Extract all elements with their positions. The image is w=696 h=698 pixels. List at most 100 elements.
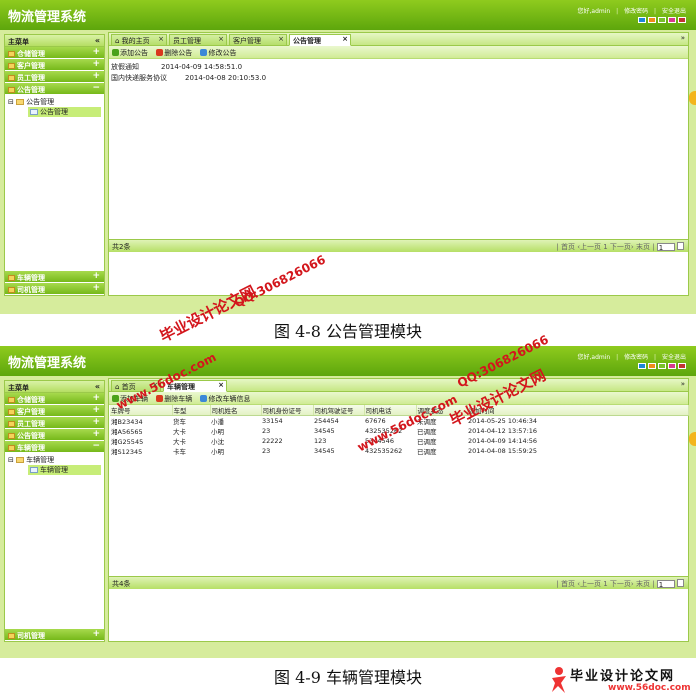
add-notice-button[interactable]: 添加公告 (112, 49, 148, 57)
tree-leaf-notice[interactable]: 公告管理 (28, 107, 101, 117)
table-row[interactable]: 湘S12345 卡车 小明 23 34545 432535262 已调度 2014-04-08… (110, 446, 689, 456)
change-password-link[interactable]: 修改密码 (624, 354, 648, 361)
tree-node-notice[interactable]: ⊟ 公告管理 (8, 97, 101, 107)
collapse-icon[interactable]: « (95, 36, 100, 45)
logout-link[interactable]: 安全退出 (662, 8, 686, 15)
expand-icon[interactable]: + (92, 405, 100, 415)
column-header[interactable]: 司机身份证号 (261, 405, 314, 416)
screenshot-vehicle-module: 物流管理系统 您好,admin | 修改密码 | 安全退出 主菜单 « 仓储管理… (0, 346, 696, 658)
close-icon[interactable]: × (278, 35, 284, 43)
delete-notice-button[interactable]: 删除公告 (156, 49, 192, 57)
cell: 23 (262, 447, 271, 455)
cell: 小明 (211, 448, 224, 456)
prev-page-link[interactable]: 上一页 (580, 243, 601, 251)
skin-red[interactable] (678, 363, 686, 369)
next-page-link[interactable]: 下一页 (610, 243, 631, 251)
skin-pink[interactable] (668, 17, 676, 23)
expand-icon[interactable]: + (92, 71, 100, 81)
expand-icon[interactable]: + (92, 417, 100, 427)
expand-icon[interactable]: + (92, 629, 100, 639)
collapse-tabs-icon[interactable]: » (681, 380, 685, 388)
column-header[interactable]: 司机姓名 (210, 405, 262, 416)
top-bar: 物流管理系统 您好,admin | 修改密码 | 安全退出 (0, 0, 696, 30)
go-icon[interactable] (677, 579, 684, 587)
menu-warehouse[interactable]: 仓储管理 + (5, 47, 104, 59)
close-icon[interactable]: × (158, 35, 164, 43)
skin-blue[interactable] (638, 363, 646, 369)
add-icon (112, 49, 119, 56)
skin-red[interactable] (678, 17, 686, 23)
close-icon[interactable]: × (218, 381, 224, 389)
tab-home[interactable]: ⌂ 我的主页 × (111, 34, 167, 46)
menu-driver[interactable]: 司机管理 + (5, 629, 104, 641)
collapse-menu-icon[interactable]: − (92, 83, 100, 93)
tab-customer[interactable]: 客户管理 × (229, 34, 287, 46)
expand-icon[interactable]: + (92, 59, 100, 69)
first-page-link[interactable]: 首页 (561, 243, 575, 251)
expand-icon[interactable]: + (92, 393, 100, 403)
skin-green[interactable] (658, 17, 666, 23)
menu-customer[interactable]: 客户管理 + (5, 405, 104, 417)
menu-notice[interactable]: 公告管理 − (5, 83, 104, 95)
page-input[interactable]: 1 (656, 580, 675, 589)
menu-notice[interactable]: 公告管理 + (5, 429, 104, 441)
edit-notice-button[interactable]: 修改公告 (200, 49, 236, 57)
expand-icon[interactable]: + (92, 283, 100, 293)
prev-page-link[interactable]: 上一页 (580, 580, 601, 588)
side-handle[interactable] (689, 91, 696, 105)
column-header[interactable]: 车型 (172, 405, 211, 416)
skin-orange[interactable] (648, 363, 656, 369)
close-icon[interactable]: × (218, 35, 224, 43)
menu-vehicle[interactable]: 车辆管理 − (5, 441, 104, 453)
sidebar-header: 主菜单 « (5, 35, 104, 47)
skin-orange[interactable] (648, 17, 656, 23)
expand-icon[interactable]: + (92, 271, 100, 281)
list-item[interactable]: 放假通知 2014-04-09 14:58:51.0 (111, 62, 686, 73)
menu-vehicle[interactable]: 车辆管理 + (5, 271, 104, 283)
side-handle[interactable] (689, 432, 696, 446)
menu-employee[interactable]: 员工管理 + (5, 71, 104, 83)
figure-caption-1: 图 4-8 公告管理模块 (274, 322, 422, 341)
go-icon[interactable] (677, 242, 684, 250)
skin-green[interactable] (658, 363, 666, 369)
change-password-link[interactable]: 修改密码 (624, 8, 648, 15)
skin-pink[interactable] (668, 363, 676, 369)
next-page-link[interactable]: 下一页 (610, 580, 631, 588)
logout-link[interactable]: 安全退出 (662, 354, 686, 361)
collapse-menu-icon[interactable]: − (92, 441, 100, 451)
last-page-link[interactable]: 末页 (636, 580, 650, 588)
menu-icon (8, 75, 15, 81)
menu-driver[interactable]: 司机管理 + (5, 283, 104, 295)
column-header[interactable]: 司机驾驶证号 (313, 405, 365, 416)
menu-customer[interactable]: 客户管理 + (5, 59, 104, 71)
page-input[interactable]: 1 (656, 243, 675, 252)
logo-figure-icon (552, 667, 566, 693)
table-header-row: 车牌号 车型 司机姓名 司机身份证号 司机驾驶证号 司机电话 调度状态 添加时间 (110, 405, 689, 416)
list-item[interactable]: 国内快递服务协议 2014-04-08 20:10:53.0 (111, 73, 686, 84)
first-page-link[interactable]: 首页 (561, 580, 575, 588)
menu-icon (8, 433, 15, 439)
menu-warehouse[interactable]: 仓储管理 + (5, 393, 104, 405)
menu-employee[interactable]: 员工管理 + (5, 417, 104, 429)
tree-node-vehicle[interactable]: ⊟ 车辆管理 (8, 455, 101, 465)
welcome-text: 您好,admin (577, 354, 611, 361)
skin-blue[interactable] (638, 17, 646, 23)
cell: 22222 (262, 437, 283, 445)
tree-leaf-vehicle[interactable]: 车辆管理 (28, 465, 101, 475)
pager: 共4条 | 首页 ‹上一页 1 下一页› 末页 | 1 (109, 576, 688, 589)
cell: 已调度 (417, 448, 437, 456)
close-icon[interactable]: × (342, 35, 348, 43)
vehicle-tree: ⊟ 车辆管理 车辆管理 (5, 453, 104, 477)
collapse-tabs-icon[interactable]: » (681, 34, 685, 42)
expand-icon[interactable]: + (92, 47, 100, 57)
delete-vehicle-button[interactable]: 删除车辆 (156, 395, 192, 403)
tab-employee[interactable]: 员工管理 × (169, 34, 227, 46)
folder-icon (16, 457, 25, 463)
table-row[interactable]: 湘G25545 大卡 小沈 22222 123 5344546 已调度 2014-04-09 … (110, 436, 689, 446)
tab-notice[interactable]: 公告管理 × (289, 34, 351, 46)
last-page-link[interactable]: 末页 (636, 243, 650, 251)
cell: 33154 (262, 417, 283, 425)
expand-icon[interactable]: + (92, 429, 100, 439)
collapse-icon[interactable]: « (95, 382, 100, 391)
edit-vehicle-button[interactable]: 修改车辆信息 (200, 395, 250, 403)
